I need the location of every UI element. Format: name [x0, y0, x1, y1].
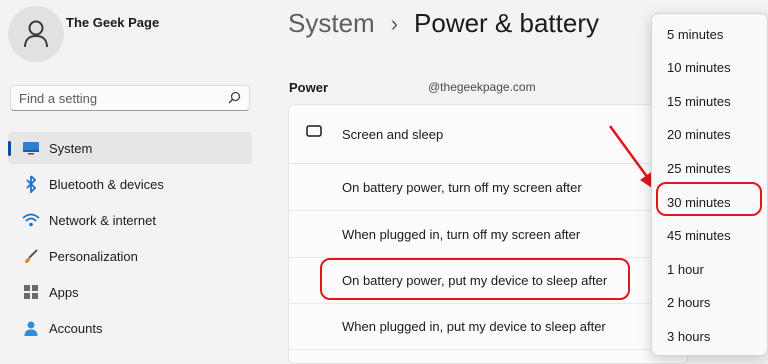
sidebar-item-bluetooth[interactable]: Bluetooth & devices	[8, 168, 252, 200]
breadcrumb-parent[interactable]: System	[288, 8, 375, 39]
dropdown-option[interactable]: 1 hour	[667, 262, 704, 277]
sidebar: The Geek Page System	[0, 0, 268, 356]
dropdown-option[interactable]: 20 minutes	[667, 127, 731, 142]
sidebar-item-label: Accounts	[49, 320, 103, 336]
dropdown-option[interactable]: 2 hours	[667, 295, 710, 310]
search-box[interactable]	[10, 85, 250, 111]
profile-name: The Geek Page	[66, 15, 160, 30]
setting-row-label: On battery power, turn off my screen aft…	[342, 180, 582, 195]
dropdown-option[interactable]: 25 minutes	[667, 161, 731, 176]
profile	[8, 6, 64, 62]
screen-sleep-icon	[306, 125, 324, 146]
sidebar-item-personalization[interactable]: Personalization	[8, 240, 252, 272]
brush-icon	[19, 248, 43, 264]
sidebar-item-network[interactable]: Network & internet	[8, 204, 252, 236]
breadcrumb-separator: ›	[390, 10, 399, 36]
apps-icon	[19, 284, 43, 300]
sidebar-item-label: Personalization	[49, 248, 138, 264]
sidebar-item-label: Bluetooth & devices	[49, 176, 164, 192]
setting-row[interactable]: When plugged in, put my device to sleep …	[289, 303, 687, 350]
setting-row-label: When plugged in, put my device to sleep …	[342, 319, 606, 334]
bluetooth-icon	[19, 175, 43, 193]
sidebar-item-label: Apps	[49, 284, 79, 300]
page-title: Power & battery	[414, 8, 599, 38]
sidebar-item-label: System	[49, 140, 93, 156]
selection-indicator	[8, 141, 11, 156]
dropdown-option[interactable]: 10 minutes	[667, 60, 731, 75]
person-icon	[24, 20, 48, 48]
setting-row[interactable]: When plugged in, turn off my screen afte…	[289, 211, 687, 258]
search-icon[interactable]	[228, 91, 241, 109]
sidebar-item-system[interactable]: System	[8, 132, 252, 164]
sidebar-item-accounts[interactable]: Accounts	[8, 312, 252, 344]
dropdown-option[interactable]: 5 minutes	[667, 27, 723, 42]
section-title: Power	[289, 80, 329, 95]
annotation-highlight-option	[656, 182, 762, 216]
person-icon	[19, 320, 43, 336]
screen-and-sleep-label: Screen and sleep	[342, 127, 444, 142]
dropdown-option[interactable]: 3 hours	[667, 329, 710, 344]
search-input[interactable]	[11, 86, 219, 110]
setting-row-label: When plugged in, turn off my screen afte…	[342, 227, 581, 242]
sidebar-item-label: Network & internet	[49, 212, 156, 228]
monitor-icon	[19, 141, 43, 155]
breadcrumb: System › Power & battery	[288, 8, 599, 39]
wifi-icon	[19, 213, 43, 227]
annotation-highlight-row	[320, 258, 630, 300]
dropdown-option[interactable]: 45 minutes	[667, 228, 731, 243]
sidebar-nav: System Bluetooth & devices Network & int…	[8, 132, 252, 348]
dropdown-option[interactable]: 15 minutes	[667, 94, 731, 109]
avatar[interactable]	[8, 6, 64, 62]
watermark-text: @thegeekpage.com	[428, 80, 536, 94]
sidebar-item-apps[interactable]: Apps	[8, 276, 252, 308]
